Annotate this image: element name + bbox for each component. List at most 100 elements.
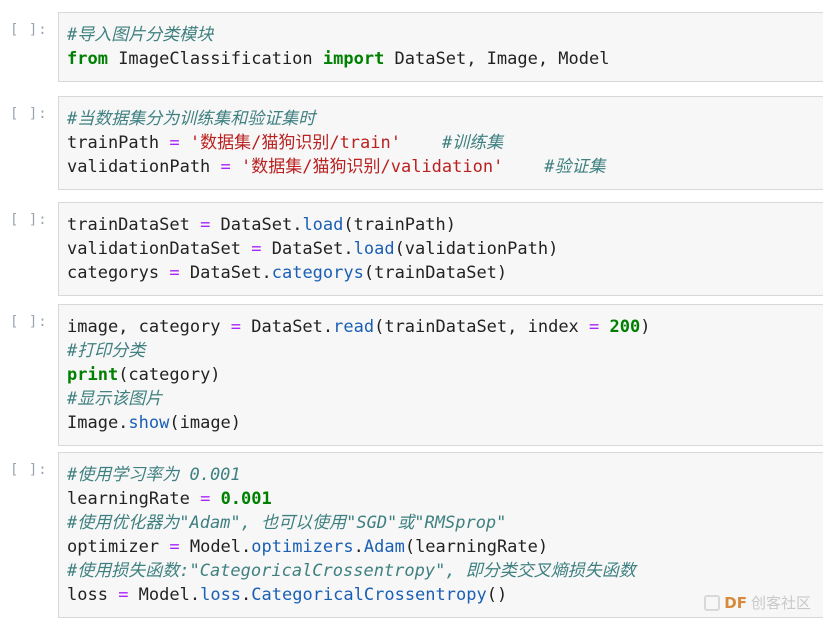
- code-token: #验证集: [544, 157, 606, 177]
- code-line: trainDataSet = DataSet.load(trainPath): [67, 213, 815, 237]
- code-token: loss: [200, 585, 242, 605]
- cell-prompt: [ ]:: [10, 22, 48, 38]
- code-token: print: [67, 365, 119, 385]
- code-token: =: [169, 537, 180, 557]
- code-line: #使用损失函数:"CategoricalCrossentropy", 即分类交叉…: [67, 559, 815, 583]
- code-token: #训练集: [441, 133, 504, 153]
- code-token: DataSet.: [241, 317, 334, 337]
- code-token: =: [200, 215, 211, 235]
- code-token: ImageClassification: [107, 49, 323, 69]
- code-token: load: [302, 215, 344, 235]
- code-line: #显示该图片: [67, 387, 815, 411]
- code-token: =: [118, 585, 129, 605]
- code-token: 200: [609, 317, 641, 337]
- code-token: #使用优化器为"Adam", 也可以使用"SGD"或"RMSprop": [67, 513, 507, 533]
- code-token: categorys: [271, 263, 364, 283]
- watermark-text: 创客社区: [750, 594, 811, 612]
- code-token: validationDataSet: [67, 239, 252, 259]
- code-line: #使用学习率为 0.001: [67, 463, 815, 487]
- cell-input[interactable]: trainDataSet = DataSet.load(trainPath) va…: [58, 202, 823, 296]
- code-token: learningRate: [67, 489, 201, 509]
- code-token: (validationPath): [394, 239, 559, 259]
- code-line: #使用优化器为"Adam", 也可以使用"SGD"或"RMSprop": [67, 511, 815, 535]
- code-token: .: [353, 537, 364, 557]
- cell-input[interactable]: #当数据集分为训练集和验证集时 trainPath = '数据集/猫狗识别/tra…: [58, 96, 823, 190]
- code-token: import: [322, 49, 385, 69]
- code-token: DataSet.: [210, 215, 303, 235]
- code-token: (trainPath): [343, 215, 456, 235]
- code-line: #导入图片分类模块: [67, 23, 815, 47]
- code-line: optimizer = Model.optimizers.Adam(learni…: [67, 535, 815, 559]
- code-token: #当数据集分为训练集和验证集时: [67, 109, 316, 129]
- cell-prompt: [ ]:: [10, 462, 48, 478]
- cell-prompt: [ ]:: [10, 212, 48, 228]
- code-token: validationPath: [67, 157, 221, 177]
- watermark-brand: DF: [724, 593, 747, 612]
- code-token: '数据集/猫狗识别/train': [189, 133, 401, 153]
- cell-input[interactable]: #导入图片分类模块 from ImageClassification import…: [58, 12, 823, 82]
- code-token: =: [169, 263, 180, 283]
- code-token: load: [353, 239, 395, 259]
- code-token: .: [241, 585, 252, 605]
- code-token: read: [333, 317, 375, 337]
- watermark: DF 创客社区: [704, 592, 811, 613]
- code-token: =: [220, 157, 231, 177]
- code-line: validationDataSet = DataSet.load(validat…: [67, 237, 815, 261]
- cell-input[interactable]: image, category = DataSet.read(trainData…: [58, 304, 823, 446]
- cell-prompt: [ ]:: [10, 106, 48, 122]
- code-line: Image.show(image): [67, 411, 815, 435]
- code-token: #使用学习率为 0.001: [67, 465, 241, 485]
- code-token: trainDataSet: [67, 215, 201, 235]
- code-token: optimizer: [67, 537, 170, 557]
- code-token: (trainDataSet): [363, 263, 508, 283]
- code-token: =: [251, 239, 262, 259]
- code-token: =: [589, 317, 600, 337]
- watermark-logo-icon: [704, 594, 721, 611]
- code-token: DataSet.: [261, 239, 354, 259]
- code-token: DataSet.: [179, 263, 272, 283]
- code-line: loss = Model.loss.CategoricalCrossentrop…: [67, 583, 815, 607]
- code-token: 0.001: [220, 489, 272, 509]
- code-token: #导入图片分类模块: [67, 25, 214, 45]
- code-token: Image.: [67, 413, 129, 433]
- code-line: learningRate = 0.001: [67, 487, 815, 511]
- code-line: categorys = DataSet.categorys(trainDataS…: [67, 261, 815, 285]
- code-token: (trainDataSet, index: [374, 317, 590, 337]
- code-token: (image): [169, 413, 242, 433]
- code-token: loss: [67, 585, 119, 605]
- code-token: Model.: [179, 537, 252, 557]
- code-line: from ImageClassification import DataSet,…: [67, 47, 815, 71]
- code-token: categorys: [67, 263, 170, 283]
- cell-prompt: [ ]:: [10, 314, 48, 330]
- code-token: (learningRate): [404, 537, 549, 557]
- code-token: =: [200, 489, 211, 509]
- code-token: =: [230, 317, 242, 337]
- code-token: Adam: [363, 537, 405, 557]
- code-line: image, category = DataSet.read(trainData…: [67, 315, 815, 339]
- code-line: #当数据集分为训练集和验证集时: [67, 107, 815, 131]
- code-token: trainPath: [67, 133, 170, 153]
- code-token: ): [640, 317, 651, 337]
- code-token: =: [169, 133, 180, 153]
- code-token: CategoricalCrossentropy: [251, 585, 487, 605]
- code-token: (): [486, 585, 508, 605]
- code-token: '数据集/猫狗识别/validation': [241, 157, 504, 177]
- code-line: validationPath = '数据集/猫狗识别/validation' #…: [67, 155, 815, 179]
- code-token: show: [128, 413, 170, 433]
- code-line: print(category): [67, 363, 815, 387]
- code-token: (category): [118, 365, 221, 385]
- code-token: optimizers: [251, 537, 354, 557]
- code-line: #打印分类: [67, 339, 815, 363]
- code-token: #使用损失函数:"CategoricalCrossentropy", 即分类交叉…: [67, 561, 636, 581]
- code-token: DataSet, Image, Model: [384, 49, 610, 69]
- code-token: from: [67, 49, 108, 69]
- code-token: #打印分类: [67, 341, 146, 361]
- code-token: Model.: [128, 585, 201, 605]
- code-token: image, category: [67, 317, 231, 337]
